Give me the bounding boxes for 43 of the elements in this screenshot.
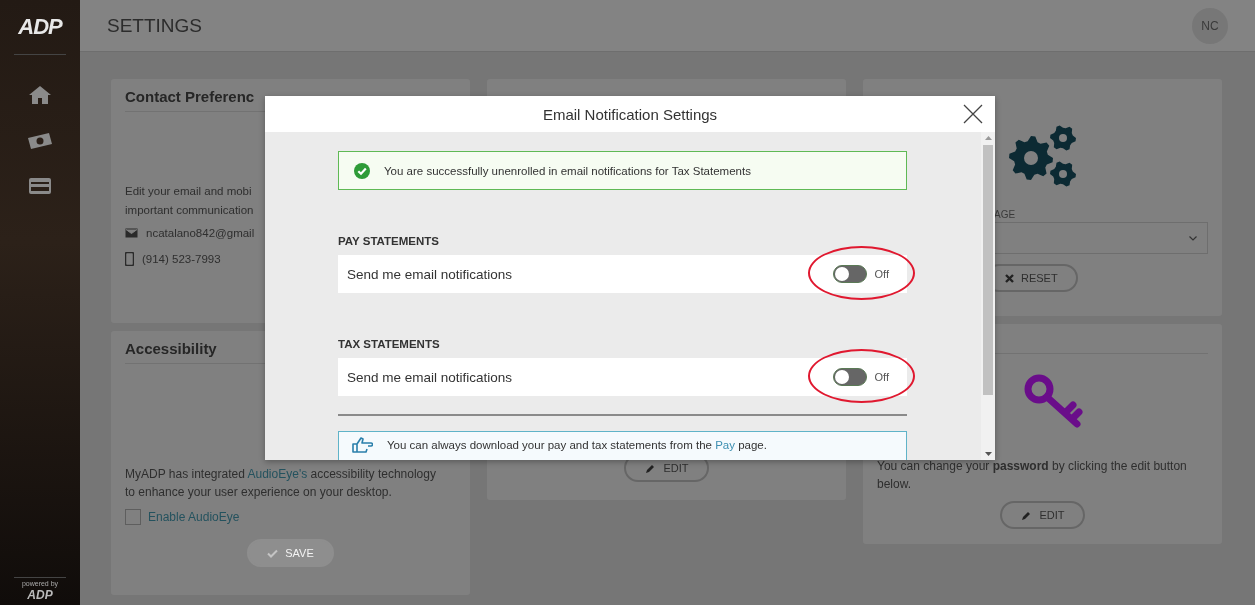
footer-logo: ADP — [27, 588, 53, 602]
key-icon — [1023, 372, 1085, 430]
pencil-icon — [1020, 509, 1033, 521]
envelope-icon — [125, 228, 138, 238]
phone-icon — [125, 252, 134, 266]
edit-button[interactable]: EDIT — [1000, 501, 1085, 529]
toggle-switch[interactable] — [832, 368, 867, 386]
checkbox-label[interactable]: Enable AudioEye — [148, 510, 240, 524]
logo: ADP — [18, 14, 62, 40]
check-icon — [267, 548, 279, 558]
description-text: important communication — [125, 203, 255, 218]
toggle-state: Off — [874, 268, 889, 280]
info-text: You can always download your pay and tax statements from the Pay page. — [387, 439, 767, 451]
pay-link[interactable]: Pay — [715, 439, 735, 451]
toggle-state: Off — [874, 371, 889, 383]
gears-icon — [1009, 125, 1077, 187]
chevron-down-icon — [1189, 235, 1197, 241]
user-avatar[interactable]: NC — [1192, 7, 1228, 44]
close-x-icon — [1005, 273, 1014, 283]
setting-label: Send me email notifications — [347, 369, 513, 385]
section-heading: PAY STATEMENTS — [338, 235, 439, 247]
page-title: SETTINGS — [107, 14, 202, 37]
phone-text: (914) 523-7993 — [142, 253, 221, 265]
check-circle-icon — [354, 162, 370, 179]
thumbs-up-icon — [351, 437, 373, 453]
password-description: You can change your password by clicking the edit button below. — [877, 458, 1188, 493]
email-text: ncatalano842@gmail — [146, 227, 255, 239]
field-label: AGE — [994, 209, 1017, 220]
home-icon[interactable] — [28, 85, 52, 105]
setting-label: Send me email notifications — [347, 266, 513, 282]
scrollbar[interactable] — [981, 132, 995, 460]
alert-text: You are successfully unenrolled in email notifications for Tax Statements — [384, 164, 751, 177]
accessibility-description: MyADP has integrated AudioEye's accessibility technology to enhance your user experience on your desktop. — [125, 466, 437, 501]
dialog-title: Email Notification Settings — [542, 105, 718, 123]
toggle-switch[interactable] — [832, 265, 867, 283]
checkbox[interactable] — [125, 509, 141, 525]
section-heading: TAX STATEMENTS — [338, 338, 440, 350]
audioeye-link[interactable]: AudioEye's — [247, 467, 308, 481]
description-text: Edit your email and mobi — [125, 184, 253, 199]
scroll-down-arrow-icon[interactable] — [984, 452, 992, 456]
pencil-icon — [644, 462, 657, 474]
credit-card-icon[interactable] — [29, 177, 51, 195]
money-icon[interactable] — [27, 132, 53, 150]
